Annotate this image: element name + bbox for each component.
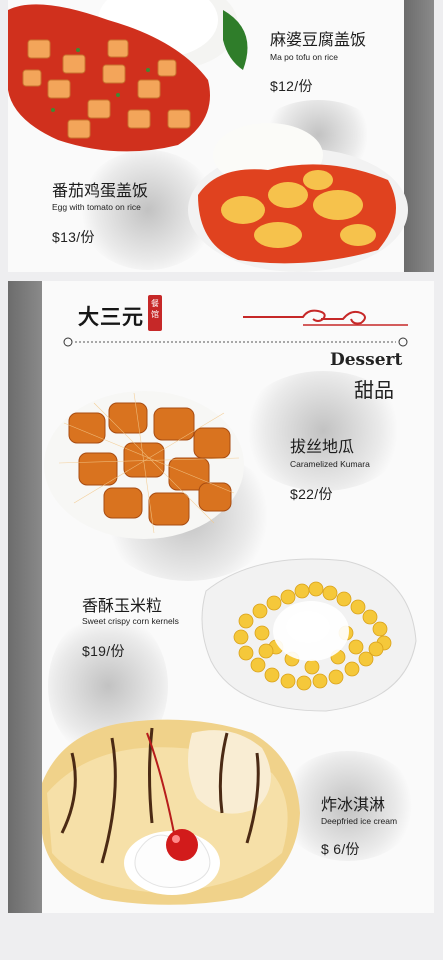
menu-item-name-en: Ma po tofu on rice bbox=[270, 52, 339, 62]
section-title-zh: 甜品 bbox=[354, 378, 394, 402]
menu-item-name-en: Caramelized Kumara bbox=[290, 459, 370, 469]
seal-text: 餐馆 bbox=[151, 299, 159, 319]
menu-item-name-zh: 炸冰淇淋 bbox=[321, 795, 386, 814]
menu-item-price: $ 6/份 bbox=[321, 841, 360, 857]
menu-item-name-en: Egg with tomato on rice bbox=[52, 202, 141, 212]
menu-item-name-zh: 番茄鸡蛋盖饭 bbox=[52, 181, 149, 200]
fried-ice-cream-photo bbox=[42, 719, 300, 905]
cloud-ornament-icon bbox=[243, 309, 408, 326]
menu-item-name-en: Sweet crispy corn kernels bbox=[82, 616, 179, 626]
header-divider bbox=[63, 337, 408, 347]
menu-item-name-zh: 麻婆豆腐盖饭 bbox=[270, 30, 367, 49]
menu-item-price: $22/份 bbox=[290, 486, 333, 502]
section-title-en: Dessert bbox=[330, 350, 403, 370]
restaurant-logo: 大三元 bbox=[78, 304, 144, 329]
restaurant-seal: 餐馆 bbox=[148, 295, 162, 331]
caramelized-kumara-photo bbox=[44, 391, 244, 539]
page-side-strip bbox=[404, 0, 434, 272]
menu-page-dessert: 大三元 餐馆 Dessert 甜品 拔丝地瓜 Caramelized Kumar… bbox=[8, 281, 434, 913]
menu-item-price: $19/份 bbox=[82, 643, 125, 659]
menu-item-name-zh: 拔丝地瓜 bbox=[290, 437, 355, 456]
menu-item-name-en: Deepfried ice cream bbox=[321, 816, 398, 826]
menu-item-price: $12/份 bbox=[270, 78, 313, 94]
tomato-egg-photo bbox=[188, 123, 408, 272]
menu-page-top: 麻婆豆腐盖饭 Ma po tofu on rice $12/份 番茄鸡蛋盖饭 E… bbox=[8, 0, 434, 272]
menu-item-name-zh: 香酥玉米粒 bbox=[82, 596, 163, 615]
page-side-strip bbox=[8, 281, 42, 913]
menu-item-price: $13/份 bbox=[52, 229, 95, 245]
corn-kernels-photo bbox=[201, 558, 417, 712]
